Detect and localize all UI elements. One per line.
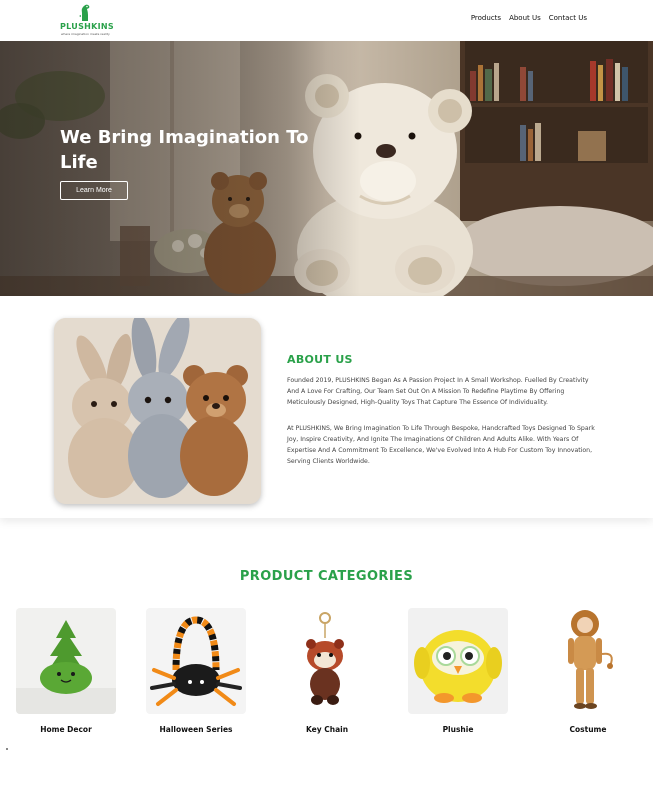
nav-products[interactable]: Products [471, 14, 501, 22]
category-halloween-series[interactable]: Halloween Series [146, 608, 246, 734]
category-home-decor[interactable]: Home Decor [16, 608, 116, 734]
category-label: Key Chain [305, 725, 349, 734]
yellow-owl-plush-icon [408, 608, 508, 714]
spider-basket-icon [146, 608, 246, 714]
product-categories-title: PRODUCT CATEGORIES [239, 569, 414, 584]
hero-title: We Bring Imagination To Life [60, 127, 309, 173]
about-title: ABOUT US [287, 353, 353, 366]
hero-banner: We Bring Imagination To Life Learn More [0, 41, 653, 296]
green-tree-plush-icon [16, 608, 116, 714]
nav-about-us[interactable]: About Us [509, 14, 541, 22]
nav-contact-us[interactable]: Contact Us [549, 14, 587, 22]
category-label: Home Decor [40, 725, 92, 734]
about-plush-photo [54, 318, 261, 504]
lion-costume-icon [538, 608, 638, 714]
about-paragraph-1: Founded 2019, PLUSHKINS Began As A Passi… [287, 377, 589, 406]
dinosaur-mascot-icon [79, 4, 90, 22]
red-panda-keychain-icon [277, 608, 377, 714]
main-nav: Products About Us Contact Us [471, 14, 587, 22]
category-key-chain[interactable]: Key Chain [277, 608, 377, 734]
about-section: ABOUT US Founded 2019, PLUSHKINS Began A… [0, 296, 653, 518]
logo-wordmark: PLUSHKINS [60, 22, 114, 31]
about-paragraph-2: At PLUSHKINS, We Bring Imagination To Li… [287, 425, 595, 465]
category-costume[interactable]: Costume [538, 608, 638, 734]
bunnies-and-bear-image [54, 318, 261, 504]
category-plushie[interactable]: Plushie [408, 608, 508, 734]
category-label: Halloween Series [159, 725, 233, 734]
logo-tagline: where imagination meets reality [61, 32, 110, 36]
page-marker [6, 748, 8, 750]
brand-logo[interactable]: PLUSHKINS where imagination meets realit… [60, 3, 114, 37]
learn-more-button[interactable]: Learn More [60, 181, 128, 200]
category-label: Costume [569, 725, 607, 734]
category-label: Plushie [442, 725, 474, 734]
site-header: PLUSHKINS where imagination meets realit… [0, 0, 653, 41]
